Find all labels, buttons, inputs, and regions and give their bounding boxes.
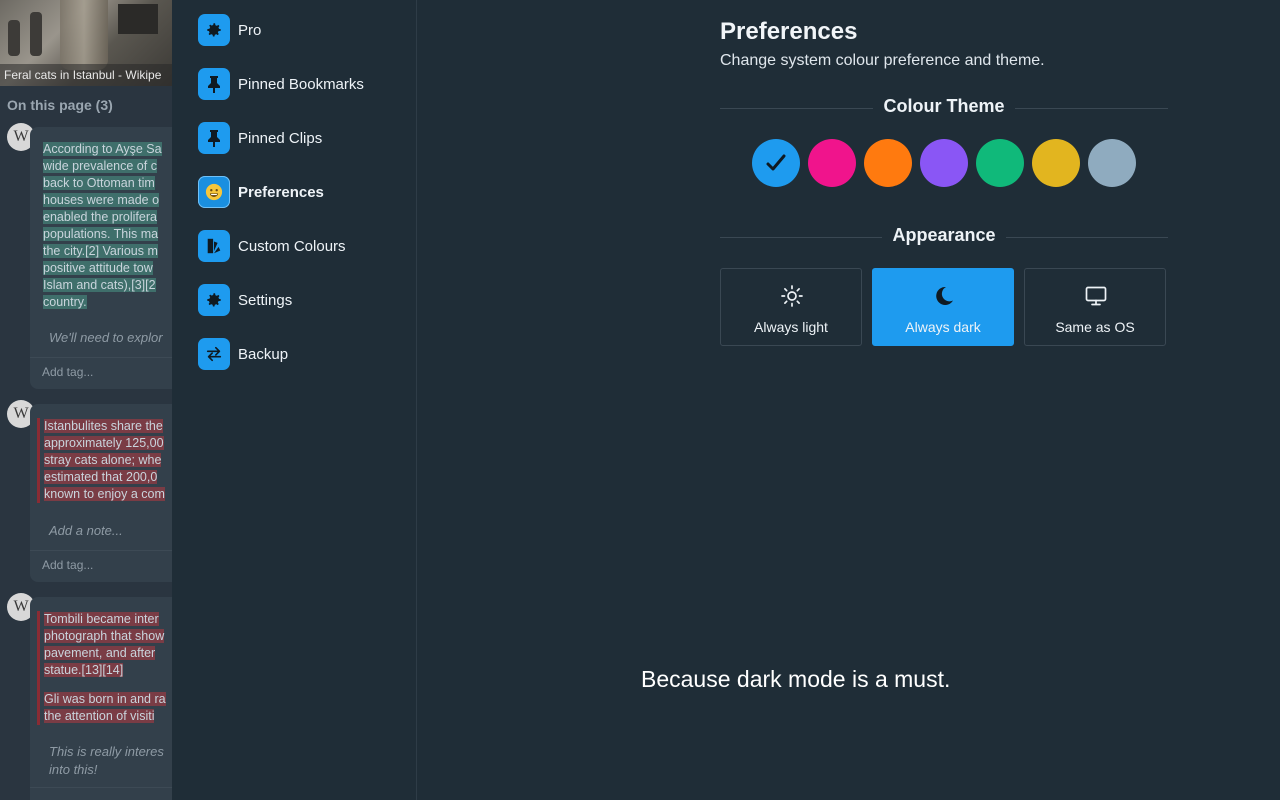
swatch-blue[interactable]	[752, 139, 800, 187]
background-page-pane: Feral cats in Istanbul - Wikipe On this …	[0, 0, 172, 800]
divider	[30, 357, 172, 358]
sidebar: Pro Pinned Bookmarks Pinned Clips Prefer…	[172, 0, 417, 800]
sidebar-item-preferences[interactable]: Preferences	[198, 176, 408, 208]
swatch-purple[interactable]	[920, 139, 968, 187]
sidebar-item-custom-colours[interactable]: Custom Colours	[198, 230, 408, 262]
appearance-same-as-os-button[interactable]: Same as OS	[1024, 268, 1166, 346]
divider	[30, 550, 172, 551]
palette-icon	[198, 230, 230, 262]
preferences-panel: Preferences Change system colour prefere…	[417, 0, 1280, 800]
sidebar-item-label: Pinned Clips	[238, 129, 323, 147]
sidebar-item-pinned-clips[interactable]: Pinned Clips	[198, 122, 408, 154]
swatch-green[interactable]	[976, 139, 1024, 187]
thumbnail-detail	[8, 20, 20, 56]
gear-icon	[198, 14, 230, 46]
pin-icon	[198, 68, 230, 100]
appearance-option-label: Same as OS	[1055, 319, 1135, 335]
swap-arrows-icon	[198, 338, 230, 370]
section-label: Appearance	[720, 225, 1168, 246]
sidebar-item-pro[interactable]: Pro	[198, 14, 408, 46]
appearance-option-label: Always dark	[905, 319, 981, 335]
clip-card[interactable]: According to Ayşe Sa wide prevalence of …	[30, 127, 172, 389]
gear-icon	[198, 284, 230, 316]
sidebar-item-backup[interactable]: Backup	[198, 338, 408, 370]
checkmark-icon	[766, 154, 786, 171]
page-subtitle: Change system colour preference and them…	[720, 52, 1045, 69]
swatch-orange[interactable]	[864, 139, 912, 187]
clip-note[interactable]: into this!	[49, 761, 97, 779]
appearance-always-dark-button[interactable]: Always dark	[872, 268, 1014, 346]
pin-icon	[198, 122, 230, 154]
appearance-option-label: Always light	[754, 319, 828, 335]
clip-highlight-text: Tombili became inter photograph that sho…	[37, 611, 172, 725]
monitor-icon	[1085, 286, 1107, 306]
sidebar-item-label: Settings	[238, 291, 293, 309]
sidebar-item-label: Preferences	[238, 183, 324, 201]
section-label: Colour Theme	[720, 96, 1168, 117]
thumbnail-caption: Feral cats in Istanbul - Wikipe	[0, 64, 172, 86]
thumbnail-detail	[118, 4, 158, 34]
thumbnail-detail	[30, 12, 42, 56]
sidebar-item-settings[interactable]: Settings	[198, 284, 408, 316]
swatch-yellow[interactable]	[1032, 139, 1080, 187]
smiley-icon	[198, 176, 230, 208]
appearance-always-light-button[interactable]: Always light	[720, 268, 862, 346]
swatch-slate[interactable]	[1088, 139, 1136, 187]
sidebar-item-label: Pinned Bookmarks	[238, 75, 364, 93]
colour-theme-heading: Colour Theme	[720, 96, 1168, 118]
sun-icon	[781, 285, 803, 307]
add-tag-input[interactable]: Add tag...	[42, 558, 93, 572]
clip-highlight-text: Istanbulites share the approximately 125…	[37, 418, 172, 503]
page-title: Preferences	[720, 18, 858, 45]
clip-note[interactable]: We'll need to explor	[49, 329, 163, 347]
sidebar-item-label: Custom Colours	[238, 237, 346, 255]
add-note-input[interactable]: Add a note...	[49, 522, 123, 540]
sidebar-item-label: Backup	[238, 345, 289, 363]
moon-icon	[936, 286, 953, 305]
clip-card[interactable]: Istanbulites share the approximately 125…	[30, 404, 172, 582]
colour-swatches	[752, 139, 1152, 187]
clip-card[interactable]: Tombili became inter photograph that sho…	[30, 597, 172, 800]
thumbnail-detail	[60, 0, 108, 70]
divider	[30, 787, 172, 788]
on-this-page-heading: On this page (3)	[7, 97, 113, 113]
clip-note[interactable]: This is really interes	[49, 743, 164, 761]
tagline: Because dark mode is a must.	[641, 666, 951, 692]
sidebar-item-pinned-bookmarks[interactable]: Pinned Bookmarks	[198, 68, 408, 100]
clip-highlight-text: According to Ayşe Sa wide prevalence of …	[43, 142, 162, 309]
appearance-heading: Appearance	[720, 225, 1168, 247]
add-tag-input[interactable]: Add tag...	[42, 365, 93, 379]
swatch-pink[interactable]	[808, 139, 856, 187]
article-thumbnail[interactable]: Feral cats in Istanbul - Wikipe	[0, 0, 172, 86]
sidebar-item-label: Pro	[238, 21, 262, 39]
